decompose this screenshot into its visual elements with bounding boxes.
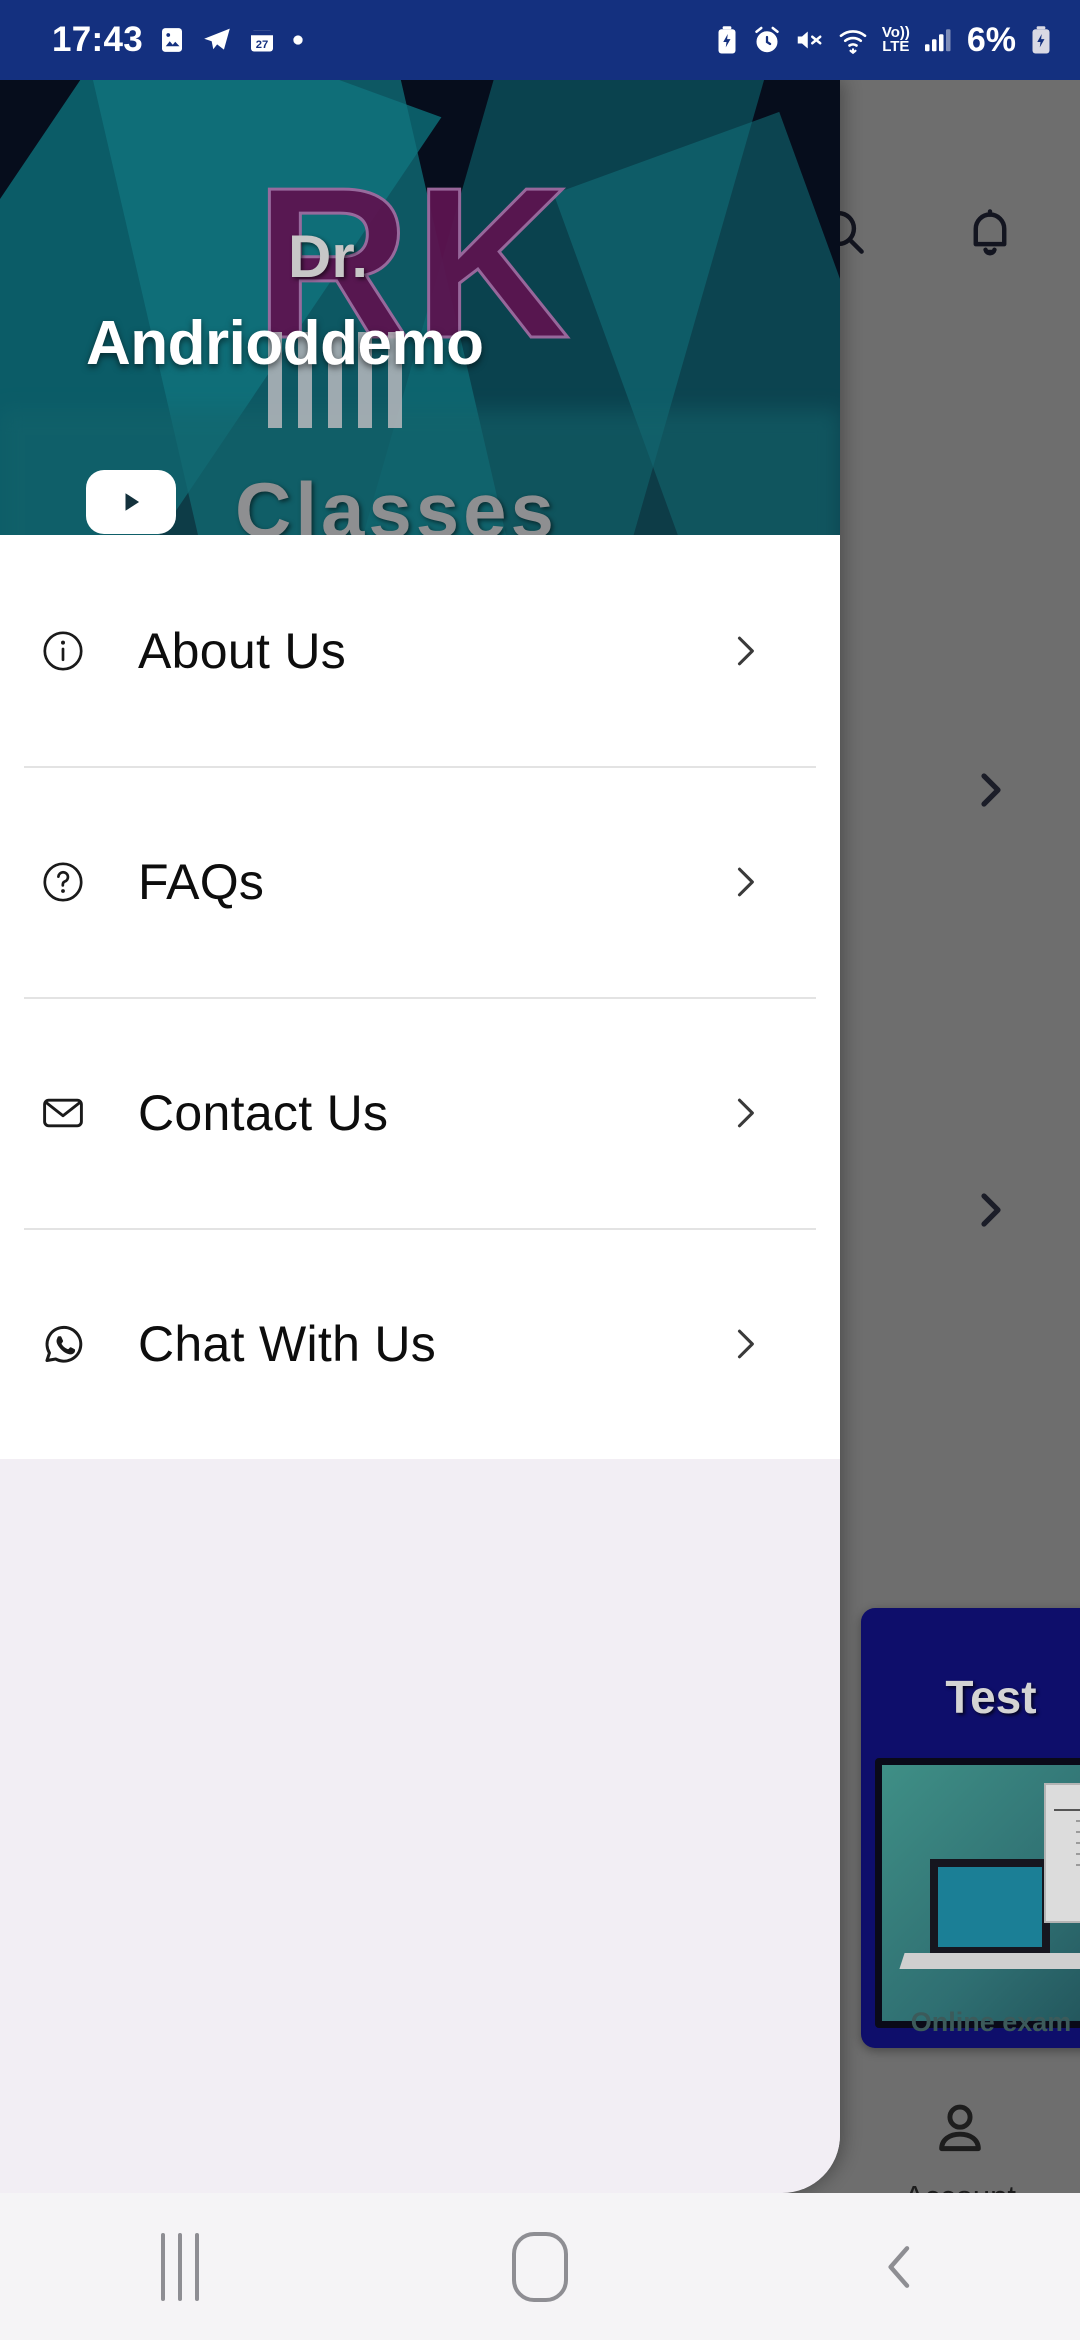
list-row-chevron[interactable]	[960, 760, 1020, 820]
youtube-button[interactable]	[86, 470, 176, 534]
mute-icon	[794, 25, 824, 55]
notifications-bell-icon[interactable]	[958, 200, 1022, 264]
telegram-icon	[201, 24, 233, 56]
gallery-icon	[157, 25, 187, 55]
app-top-actions	[810, 200, 1022, 264]
chevron-right-icon[interactable]	[718, 1086, 772, 1140]
test-checklist-paper: TEST	[1044, 1783, 1080, 1923]
youtube-play-icon	[125, 493, 140, 511]
drawer-item-about-us[interactable]: About Us	[0, 535, 840, 766]
brand-logo-prefix: Dr.	[288, 223, 369, 290]
charging-battery-icon	[1028, 25, 1054, 55]
status-bar-left: 17:43 27	[52, 20, 305, 60]
whatsapp-icon	[28, 1319, 98, 1369]
status-time: 17:43	[52, 20, 144, 59]
volte-icon: Vo)) LTE	[881, 23, 910, 55]
person-icon	[929, 2098, 991, 2165]
brand-logo-suffix: Classes	[235, 466, 558, 535]
home-icon[interactable]	[465, 2212, 615, 2322]
recents-icon[interactable]	[105, 2212, 255, 2322]
test-card-artwork: TEST	[875, 1758, 1080, 2028]
drawer-item-label: Chat With Us	[138, 1315, 437, 1372]
laptop-screen-shape	[930, 1859, 1050, 1955]
drawer-item-faqs[interactable]: FAQs	[0, 766, 840, 997]
chevron-right-icon[interactable]	[718, 1317, 772, 1371]
bottom-nav-account-label: Account	[904, 2179, 1016, 2193]
test-card-caption: Online exam	[910, 2007, 1072, 2037]
list-row-chevron[interactable]	[960, 1180, 1020, 1240]
chevron-right-icon[interactable]	[718, 855, 772, 909]
drawer-item-label: About Us	[138, 622, 347, 679]
drawer-empty-area	[0, 1459, 840, 2189]
signal-icon	[922, 25, 952, 55]
status-bar-right: Vo)) LTE 6%	[714, 21, 1054, 60]
battery-saver-icon	[714, 25, 740, 55]
drawer-item-label: Contact Us	[138, 1084, 389, 1141]
question-circle-icon	[28, 858, 98, 906]
drawer-item-contact-us[interactable]: Contact Us	[0, 997, 840, 1228]
navigation-drawer: RK Dr. Classes Andrioddemo About Us FAQs…	[0, 80, 840, 2193]
chevron-right-icon[interactable]	[718, 624, 772, 678]
test-paper-label: TEST	[1054, 1785, 1080, 1811]
drawer-menu-list: About Us FAQs Contact Us Chat With Us	[0, 535, 840, 1459]
laptop-base-shape	[899, 1953, 1080, 1969]
battery-percent-label: 6%	[966, 20, 1016, 59]
dot-indicator-icon	[291, 33, 305, 47]
info-circle-icon	[28, 627, 98, 675]
back-icon[interactable]	[825, 2212, 975, 2322]
drawer-item-label: FAQs	[138, 853, 265, 910]
phone-screen: Test TEST Online exam Account	[0, 0, 1080, 2340]
svg-text:27: 27	[256, 39, 269, 51]
test-card-title: Test	[945, 1671, 1037, 1723]
drawer-title: Andrioddemo	[86, 309, 484, 378]
android-navigation-bar	[0, 2193, 1080, 2340]
test-promo-card[interactable]: Test TEST Online exam	[861, 1608, 1080, 2048]
envelope-icon	[28, 1089, 98, 1137]
calendar-icon: 27	[247, 25, 277, 55]
status-bar: 17:43 27 Vo)) LTE 6%	[0, 0, 1080, 80]
alarm-icon	[752, 25, 782, 55]
drawer-header: RK Dr. Classes Andrioddemo	[0, 80, 840, 535]
wifi-icon	[836, 25, 870, 55]
drawer-item-chat-with-us[interactable]: Chat With Us	[0, 1228, 840, 1459]
bottom-nav-item-account[interactable]: Account	[840, 2060, 1080, 2193]
